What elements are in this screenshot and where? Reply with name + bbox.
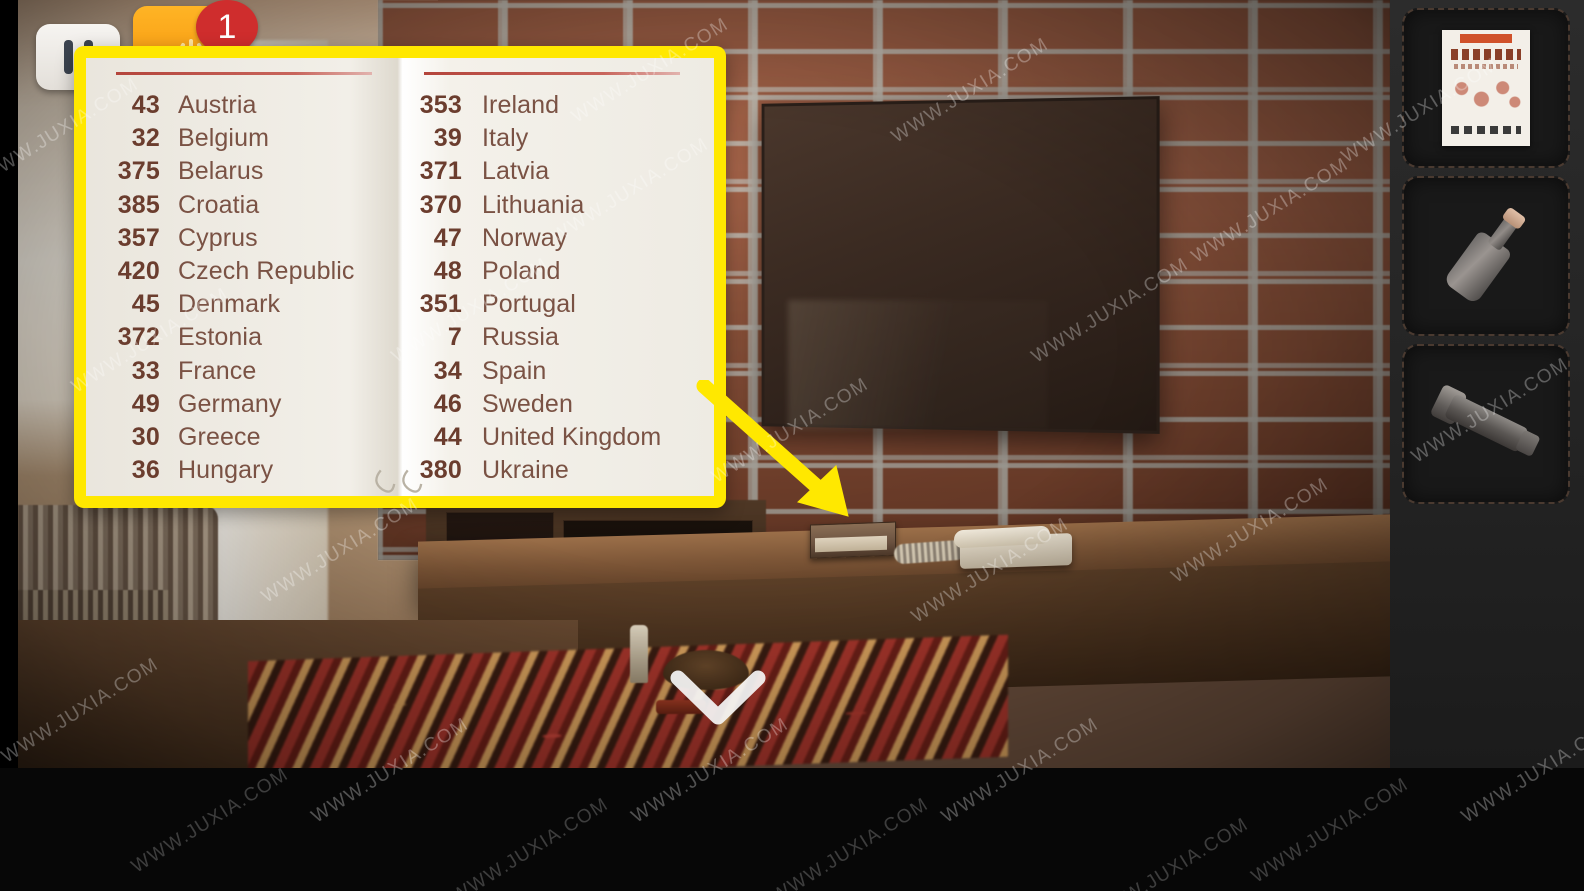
chevron-down-icon[interactable] — [668, 662, 768, 734]
inventory-slot-poster[interactable] — [1402, 8, 1570, 168]
country-code-row: 39 Italy — [400, 124, 714, 156]
country-code-number: 45 — [131, 290, 160, 319]
pause-bar-left — [63, 40, 73, 74]
country-code-row: 375 Belarus — [86, 157, 400, 189]
country-code-row: 371 Latvia — [400, 157, 714, 189]
country-code-row: 32 Belgium — [86, 124, 400, 156]
inventory-slot-bottle[interactable] — [1402, 176, 1570, 336]
poster-heart-graphics — [1448, 76, 1524, 118]
poster-flyer-icon[interactable] — [1442, 30, 1530, 146]
country-name: Czech Republic — [178, 256, 355, 285]
country-code-number: 30 — [131, 422, 160, 451]
country-code-row: 49 Germany — [86, 390, 400, 422]
country-code-row: 370 Lithuania — [400, 191, 714, 223]
country-name: Norway — [482, 223, 568, 252]
poster-footer-text — [1451, 126, 1521, 134]
inventory-panel[interactable] — [1390, 0, 1584, 768]
poster-title-text — [1451, 49, 1521, 60]
country-name: Sweden — [482, 389, 573, 418]
country-code-row: 351 Portugal — [400, 290, 714, 322]
country-code-number: 372 — [117, 323, 160, 352]
country-code-row: 45 Denmark — [86, 290, 400, 322]
country-code-row: 357 Cyprus — [86, 224, 400, 256]
flashlight-icon[interactable] — [1426, 378, 1546, 469]
country-code-list-left: 43 Austria 32 Belgium 375 Belarus 385 Croatia 35… — [86, 91, 400, 488]
country-name: Ireland — [482, 91, 560, 119]
country-name: Greece — [178, 422, 261, 451]
country-code-number: 420 — [117, 256, 160, 285]
inventory-slot-flashlight[interactable] — [1402, 344, 1570, 504]
poster-subtitle-text — [1454, 64, 1518, 69]
country-name: Denmark — [178, 290, 281, 319]
country-code-number: 33 — [131, 356, 160, 385]
country-code-number: 47 — [433, 223, 462, 252]
country-name: Poland — [482, 256, 561, 285]
country-code-row: 47 Norway — [400, 224, 714, 256]
country-name: Italy — [482, 124, 529, 153]
game-screen: 1 43 Austria 32 Belgium 375 Belarus 385 Croatia… — [0, 0, 1584, 891]
country-code-number: 32 — [131, 124, 160, 153]
country-code-number: 34 — [433, 356, 462, 385]
small-bottle-object[interactable] — [630, 625, 648, 683]
country-name: Belgium — [178, 124, 270, 153]
country-code-row: 385 Croatia — [86, 191, 400, 223]
country-name: Germany — [178, 389, 282, 418]
country-code-number: 371 — [419, 157, 462, 186]
country-code-number: 46 — [433, 389, 462, 418]
country-code-row: 420 Czech Republic — [86, 257, 400, 289]
country-code-row: 30 Greece — [86, 423, 400, 455]
country-code-number: 44 — [433, 422, 462, 451]
country-name: Cyprus — [178, 223, 258, 252]
country-code-number: 39 — [433, 124, 462, 153]
letterbox-bar-left — [0, 0, 18, 891]
country-code-list-right: 353 Ireland 39 Italy 371 Latvia 370 Lithuania 47… — [400, 91, 714, 488]
country-code-number: 357 — [117, 223, 160, 252]
country-code-row: 7 Russia — [400, 323, 714, 355]
country-name: United Kingdom — [482, 422, 662, 451]
book-page-left: 43 Austria 32 Belgium 375 Belarus 385 Croatia 35… — [86, 58, 400, 496]
country-code-row: 46 Sweden — [400, 390, 714, 422]
bottle-icon[interactable] — [1413, 183, 1558, 328]
country-name: Estonia — [178, 323, 263, 352]
country-name: Portugal — [482, 290, 576, 319]
country-code-row: 34 Spain — [400, 357, 714, 389]
country-code-number: 351 — [419, 290, 462, 319]
country-code-row: 43 Austria — [86, 91, 400, 123]
country-code-row: 48 Poland — [400, 257, 714, 289]
country-code-row: 33 France — [86, 357, 400, 389]
country-name: Spain — [482, 356, 547, 385]
country-code-number: 48 — [433, 256, 462, 285]
country-code-row: 353 Ireland — [400, 91, 714, 123]
page-rule-right — [424, 72, 680, 75]
country-name: Austria — [178, 91, 257, 119]
country-code-number: 370 — [419, 190, 462, 219]
letterbox-bar-bottom — [0, 768, 1584, 891]
country-code-row: 44 United Kingdom — [400, 423, 714, 455]
page-rule-left — [116, 72, 372, 75]
country-code-number: 353 — [419, 91, 462, 119]
book-page-right: 353 Ireland 39 Italy 371 Latvia 370 Lithuania 47… — [400, 58, 714, 496]
country-name: Croatia — [178, 190, 260, 219]
country-code-number: 43 — [131, 91, 160, 119]
country-code-number: 385 — [117, 190, 160, 219]
country-name: Lithuania — [482, 190, 585, 219]
book-spiral-binding — [375, 469, 423, 493]
country-code-number: 375 — [117, 157, 160, 186]
dialling-code-book-overlay[interactable]: 43 Austria 32 Belgium 375 Belarus 385 Croatia 35… — [74, 46, 726, 508]
country-name: Russia — [482, 323, 560, 352]
poster-banner — [1460, 34, 1512, 43]
country-name: Latvia — [482, 157, 550, 186]
hint-arrow-annotation — [696, 380, 849, 517]
country-code-row: 372 Estonia — [86, 323, 400, 355]
country-name: Belarus — [178, 157, 264, 186]
country-code-number: 7 — [447, 323, 462, 352]
country-name: France — [178, 356, 257, 385]
country-code-number: 49 — [131, 389, 160, 418]
book-spread: 43 Austria 32 Belgium 375 Belarus 385 Croatia 35… — [86, 58, 714, 496]
